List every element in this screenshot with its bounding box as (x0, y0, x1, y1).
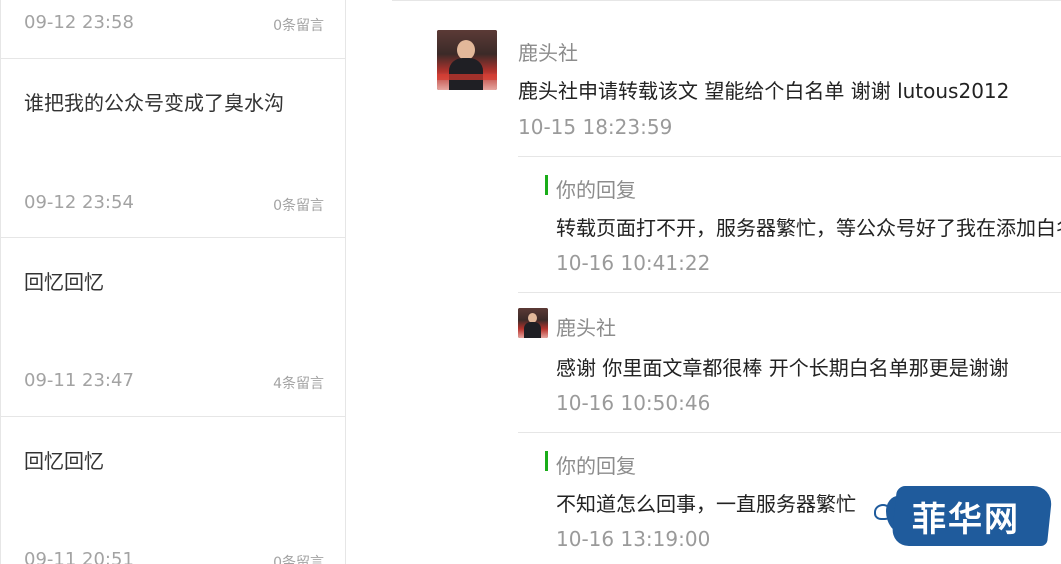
commenter-avatar[interactable] (518, 308, 548, 338)
watermark-text: 菲华网 (912, 500, 1020, 540)
comment-time: 10-16 10:50:46 (556, 391, 711, 415)
divider (518, 432, 1061, 433)
article-item[interactable]: 回忆回忆 09-11 23:47 4条留言 (1, 238, 346, 417)
article-title[interactable]: 回忆回忆 (24, 445, 104, 474)
comment-text: 感谢 你里面文章都很棒 开个长期白名单那更是谢谢 (556, 356, 1009, 380)
reply-label: 你的回复 (556, 454, 636, 478)
commenter-name: 鹿头社 (518, 41, 578, 65)
article-time: 09-11 23:47 (24, 370, 134, 391)
comment-count[interactable]: 4条留言 (273, 373, 324, 393)
reply-text: 转载页面打不开，服务器繁忙，等公众号好了我在添加白名单 (556, 216, 1061, 240)
reply-label: 你的回复 (556, 178, 636, 202)
comment-count[interactable]: 0条留言 (273, 15, 324, 35)
reply-accent-bar (545, 451, 548, 471)
article-title[interactable]: 回忆回忆 (24, 266, 104, 295)
divider (518, 292, 1061, 293)
article-item[interactable]: 回忆回忆 09-11 20:51 0条留言 (1, 417, 346, 564)
article-item[interactable]: 09-12 23:58 0条留言 (1, 0, 346, 59)
commenter-avatar[interactable] (437, 30, 497, 90)
comment-management-page: 09-12 23:58 0条留言 谁把我的公众号变成了臭水沟 09-12 23:… (0, 0, 1061, 564)
article-time: 09-12 23:54 (24, 192, 134, 213)
reply-text: 不知道怎么回事，一直服务器繁忙 (556, 492, 856, 516)
article-title[interactable]: 谁把我的公众号变成了臭水沟 (24, 87, 284, 116)
comment-time: 10-15 18:23:59 (518, 115, 673, 139)
reply-time: 10-16 13:19:00 (556, 527, 711, 551)
article-item[interactable]: 谁把我的公众号变成了臭水沟 09-12 23:54 0条留言 (1, 59, 346, 238)
article-time: 09-12 23:58 (24, 12, 134, 33)
comment-count[interactable]: 0条留言 (273, 195, 324, 215)
reply-time: 10-16 10:41:22 (556, 251, 711, 275)
divider (518, 156, 1061, 157)
article-list: 09-12 23:58 0条留言 谁把我的公众号变成了臭水沟 09-12 23:… (0, 0, 346, 564)
reply-accent-bar (545, 175, 548, 195)
site-watermark: 菲华网 (872, 478, 1054, 550)
article-time: 09-11 20:51 (24, 549, 134, 564)
comment-count[interactable]: 0条留言 (273, 552, 324, 564)
commenter-name: 鹿头社 (556, 316, 616, 340)
comment-text: 鹿头社申请转载该文 望能给个白名单 谢谢 lutous2012 (518, 79, 1010, 103)
